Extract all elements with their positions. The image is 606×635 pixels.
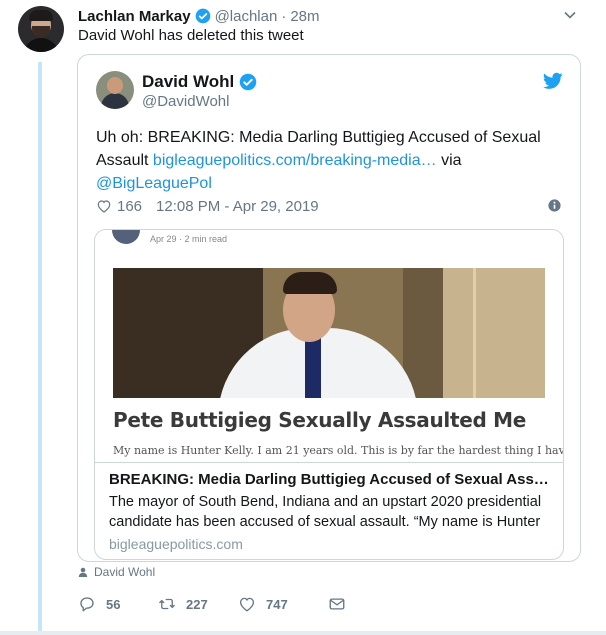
card-text: BREAKING: Media Darling Buttigieg Accuse… <box>95 462 563 559</box>
retweet-icon <box>159 598 175 610</box>
quoted-text-via: via <box>436 152 462 169</box>
twitter-bird-icon[interactable] <box>543 72 563 90</box>
heart-icon <box>239 597 255 612</box>
info-icon[interactable] <box>548 199 561 212</box>
quoted-tweet-text: Uh oh: BREAKING: Media Darling Buttigieg… <box>96 126 566 195</box>
reply-button[interactable]: 56 <box>78 595 158 613</box>
tweet-header: Lachlan Markay @lachlan · 28m <box>78 6 320 26</box>
heart-icon[interactable] <box>96 198 112 214</box>
article-date: Apr 29 · 2 min read <box>150 234 228 244</box>
article-author-avatar <box>112 230 140 244</box>
message-icon <box>329 598 345 610</box>
retweet-button[interactable]: 227 <box>158 595 238 613</box>
card-domain: bigleaguepolitics.com <box>109 536 243 552</box>
like-button[interactable]: 747 <box>238 595 328 613</box>
quoted-tweet[interactable]: David Wohl @DavidWohl Uh oh: BREAKING: M… <box>77 54 581 562</box>
quoted-author-handle[interactable]: @DavidWohl <box>142 93 229 110</box>
mention-link[interactable]: @BigLeaguePol <box>96 175 212 192</box>
person-icon <box>78 567 88 577</box>
article-body-snippet: My name is Hunter Kelly. I am 21 years o… <box>113 444 564 457</box>
verified-badge-icon <box>240 73 257 91</box>
quoted-meta: 166 12:08 PM - Apr 29, 2019 <box>96 196 319 216</box>
verified-badge-icon <box>195 8 210 24</box>
card-title: BREAKING: Media Darling Buttigieg Accuse… <box>109 471 549 488</box>
action-bar: 56 227 747 <box>78 594 356 614</box>
quoted-author-name[interactable]: David Wohl <box>142 72 234 92</box>
author-handle[interactable]: @lachlan <box>215 8 278 25</box>
quoted-avatar[interactable] <box>96 71 134 109</box>
quoted-author-name-row: David Wohl <box>142 72 261 92</box>
tweet-time[interactable]: 28m <box>290 8 319 25</box>
link-card[interactable]: Apr 29 · 2 min read Pete Buttigieg Sexua… <box>94 229 564 560</box>
like-count: 747 <box>266 596 288 612</box>
article-headline: Pete Buttigieg Sexually Assaulted Me <box>113 408 527 432</box>
divider <box>0 631 606 635</box>
reply-count: 56 <box>106 596 121 612</box>
card-description: The mayor of South Bend, Indiana and an … <box>109 494 542 530</box>
quoted-timestamp[interactable]: 12:08 PM - Apr 29, 2019 <box>156 198 319 215</box>
thread-line <box>38 62 42 635</box>
tweet-text: David Wohl has deleted this tweet <box>78 27 304 44</box>
reply-icon <box>80 597 94 612</box>
direct-message-button[interactable] <box>328 595 356 613</box>
article-photo <box>113 268 545 398</box>
author-name[interactable]: Lachlan Markay <box>78 8 191 25</box>
separator-dot: · <box>281 7 287 25</box>
chevron-down-icon[interactable] <box>563 8 577 22</box>
avatar[interactable] <box>18 6 64 52</box>
article-link[interactable]: bigleaguepolitics.com/breaking-media… <box>153 152 437 169</box>
card-image: Apr 29 · 2 min read Pete Buttigieg Sexua… <box>95 230 564 462</box>
retweet-count: 227 <box>186 596 208 612</box>
attribution: David Wohl <box>78 565 155 579</box>
quoted-like-count: 166 <box>117 197 143 215</box>
attribution-name[interactable]: David Wohl <box>94 565 155 579</box>
